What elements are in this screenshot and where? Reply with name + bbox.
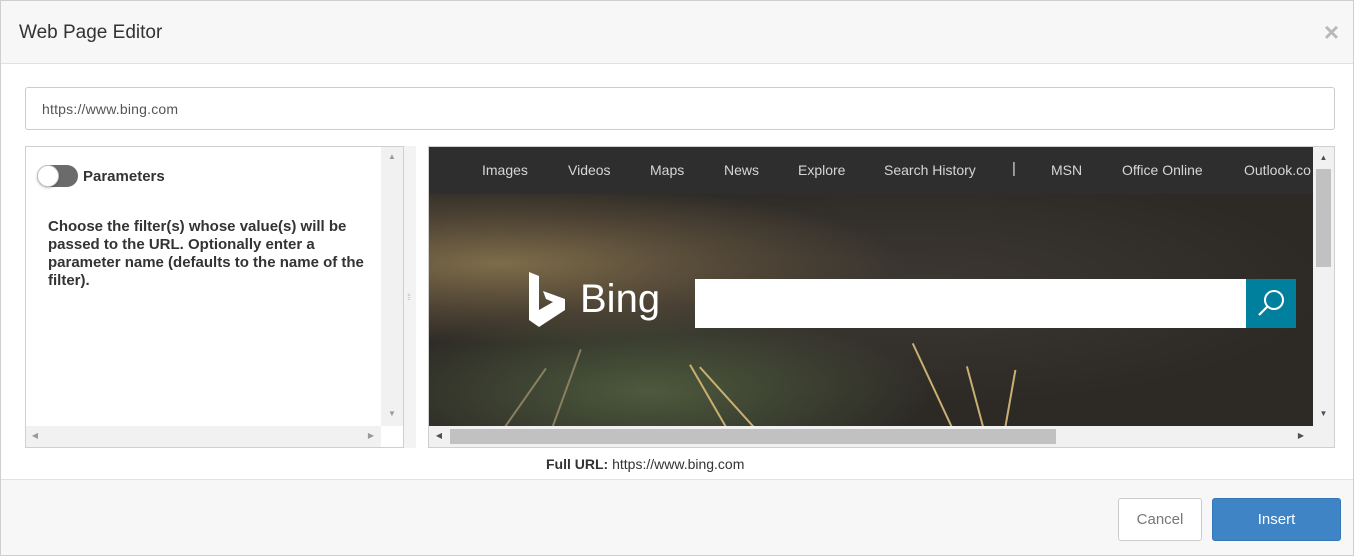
full-url-line: Full URL: https://www.bing.com: [546, 456, 744, 472]
nav-item-videos[interactable]: Videos: [568, 162, 611, 178]
dialog-footer: Cancel Insert: [1, 479, 1353, 555]
bing-search-button[interactable]: [1246, 279, 1296, 328]
dialog-title: Web Page Editor: [19, 22, 163, 43]
web-preview-pane: Images Videos Maps News Explore Search H…: [428, 146, 1335, 448]
parameters-vertical-scrollbar[interactable]: ▲ ▼: [381, 147, 403, 426]
parameters-horizontal-scrollbar[interactable]: ◀ ▶: [26, 426, 381, 447]
nav-item-outlook[interactable]: Outlook.co: [1244, 162, 1311, 178]
nav-item-images[interactable]: Images: [482, 162, 528, 178]
preview-viewport: Images Videos Maps News Explore Search H…: [429, 147, 1313, 426]
full-url-value: https://www.bing.com: [612, 456, 745, 472]
nav-item-maps[interactable]: Maps: [650, 162, 684, 178]
insert-button[interactable]: Insert: [1212, 498, 1341, 541]
cancel-button[interactable]: Cancel: [1118, 498, 1202, 541]
parameters-toggle[interactable]: [37, 165, 78, 187]
preview-vertical-scrollbar[interactable]: ▲ ▼: [1313, 147, 1334, 426]
nav-item-office-online[interactable]: Office Online: [1122, 162, 1203, 178]
close-icon[interactable]: ×: [1324, 19, 1339, 45]
nav-item-search-history[interactable]: Search History: [884, 162, 976, 178]
nav-item-explore[interactable]: Explore: [798, 162, 845, 178]
url-input[interactable]: [25, 87, 1335, 130]
vertical-scroll-thumb[interactable]: [1316, 169, 1331, 267]
bing-search-input[interactable]: [695, 279, 1246, 328]
full-url-label: Full URL:: [546, 456, 609, 472]
parameters-label: Parameters: [83, 168, 165, 185]
scroll-left-icon[interactable]: ◀: [30, 431, 40, 441]
scroll-down-icon[interactable]: ▼: [381, 409, 403, 419]
scroll-up-icon[interactable]: ▲: [1313, 153, 1334, 163]
horizontal-scroll-thumb[interactable]: [450, 429, 1056, 444]
nav-item-news[interactable]: News: [724, 162, 759, 178]
toggle-knob: [37, 165, 59, 187]
scroll-up-icon[interactable]: ▲: [381, 152, 403, 162]
bing-brand-text: Bing: [580, 277, 661, 321]
scroll-down-icon[interactable]: ▼: [1313, 409, 1334, 419]
parameters-description: Choose the filter(s) whose value(s) will…: [48, 218, 364, 289]
scroll-left-icon[interactable]: ◀: [434, 431, 444, 441]
pane-splitter[interactable]: ⁞⁞: [404, 146, 416, 448]
parameters-pane: Parameters Choose the filter(s) whose va…: [25, 146, 404, 448]
scroll-right-icon[interactable]: ▶: [1296, 431, 1306, 441]
dialog-header: Web Page Editor ×: [1, 1, 1353, 64]
scroll-right-icon[interactable]: ▶: [366, 431, 376, 441]
bing-nav-bar: Images Videos Maps News Explore Search H…: [429, 147, 1313, 194]
nav-item-msn[interactable]: MSN: [1051, 162, 1082, 178]
search-icon: [1258, 290, 1284, 316]
preview-horizontal-scrollbar[interactable]: ◀ ▶: [429, 426, 1313, 447]
splitter-grip-icon: ⁞⁞: [407, 292, 411, 302]
web-page-editor-dialog: Web Page Editor × Parameters Choose the …: [0, 0, 1354, 556]
bing-logo-icon: [529, 272, 565, 327]
nav-separator: |: [1012, 160, 1016, 177]
